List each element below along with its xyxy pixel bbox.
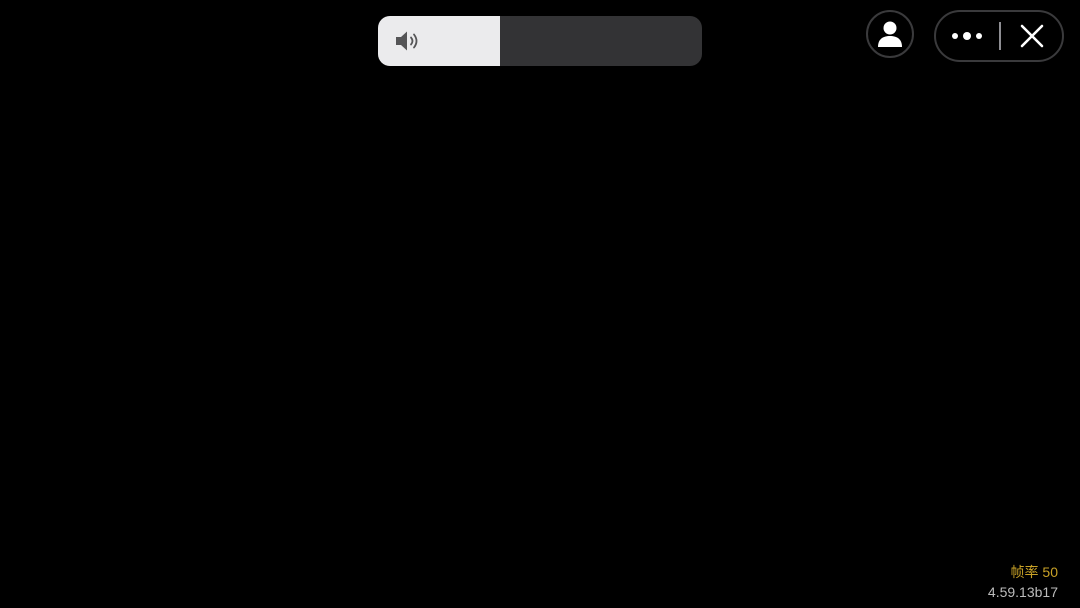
version-label: 4.59.13b17 <box>987 584 1058 600</box>
game-viewport[interactable]: 帧率 50 4.59.13b17 <box>0 0 1080 608</box>
debug-overlay: 帧率 50 4.59.13b17 <box>988 562 1058 602</box>
more-dots-icon <box>952 32 982 40</box>
fps-readout: 帧率 50 <box>988 562 1058 582</box>
fps-label: 帧率 <box>1010 564 1039 580</box>
more-button[interactable] <box>936 12 1000 60</box>
volume-indicator <box>378 16 702 66</box>
close-icon <box>1020 24 1043 48</box>
menu-capsule <box>934 10 1064 62</box>
profile-button[interactable] <box>866 10 914 58</box>
fps-value: 50 <box>1042 564 1058 580</box>
close-button[interactable] <box>1001 12 1062 60</box>
speaker-icon <box>396 31 418 51</box>
person-icon <box>878 21 902 47</box>
